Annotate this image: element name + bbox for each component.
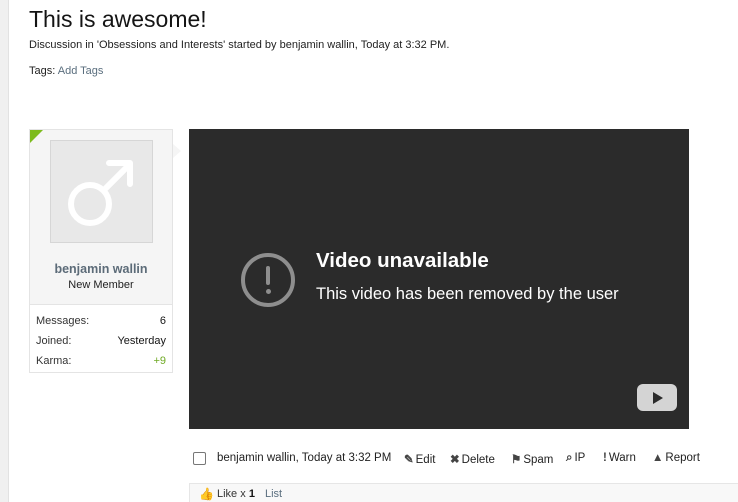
stat-label: Karma:	[36, 355, 72, 367]
stat-value: Yesterday	[117, 335, 166, 347]
delete-button[interactable]: ✖ Delete	[450, 452, 495, 466]
left-rail	[0, 0, 9, 502]
likes-list-link[interactable]: List	[265, 488, 282, 500]
youtube-icon[interactable]	[637, 384, 677, 411]
warn-button[interactable]: ! Warn	[603, 452, 636, 464]
user-card-arrow	[173, 144, 181, 158]
thread-meta: Discussion in 'Obsessions and Interests'…	[29, 39, 450, 51]
post-byline[interactable]: benjamin wallin, Today at 3:32 PM	[217, 452, 391, 464]
warning-triangle-icon: ▲	[652, 452, 664, 464]
likes-count: 1	[248, 488, 255, 500]
report-button[interactable]: ▲ Report	[652, 452, 700, 464]
male-symbol-icon	[68, 160, 133, 226]
exclamation-icon	[241, 253, 295, 307]
close-icon: ✖	[450, 454, 460, 466]
likes-text: Like x 1	[217, 488, 255, 500]
user-title: New Member	[68, 279, 134, 291]
stat-value: +9	[153, 355, 166, 367]
exclamation-icon: !	[603, 452, 607, 464]
thread-tags: Tags: Add Tags	[29, 65, 103, 77]
likes-summary: 👍 Like x 1 List	[189, 483, 738, 502]
stat-label: Messages:	[36, 315, 90, 327]
new-member-flag	[30, 130, 43, 143]
video-embed[interactable]: Video unavailable This video has been re…	[189, 129, 689, 429]
thumbs-up-icon: 👍	[199, 487, 214, 501]
user-card: benjamin wallin New Member Messages: 6 J…	[29, 129, 173, 373]
add-tags-link[interactable]: Add Tags	[58, 65, 104, 77]
video-unavailable-title: Video unavailable	[316, 249, 489, 272]
ip-button[interactable]: ⌕ IP	[566, 452, 585, 465]
pencil-icon: ✎	[404, 454, 414, 466]
edit-button[interactable]: ✎ Edit	[404, 452, 435, 466]
search-icon: ⌕	[566, 452, 573, 464]
stat-label: Joined:	[36, 335, 72, 347]
video-unavailable-message: This video has been removed by the user	[316, 285, 619, 303]
user-stats: Messages: 6 Joined: Yesterday Karma: +9	[30, 304, 172, 372]
tags-label: Tags:	[29, 65, 56, 77]
thread-title: This is awesome!	[29, 6, 207, 32]
avatar[interactable]	[50, 140, 153, 243]
flag-icon: ⚑	[511, 454, 522, 466]
spam-button[interactable]: ⚑ Spam	[511, 452, 553, 466]
user-name[interactable]: benjamin wallin	[30, 262, 172, 276]
select-post-checkbox[interactable]	[193, 452, 206, 465]
stat-value[interactable]: 6	[160, 315, 166, 327]
